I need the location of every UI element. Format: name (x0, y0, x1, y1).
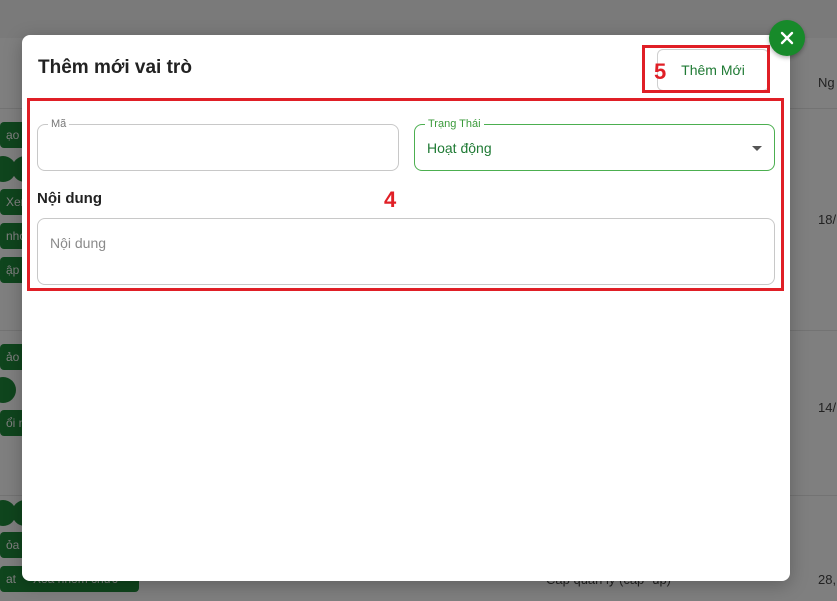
code-field-label: Mã (48, 117, 70, 131)
code-field[interactable]: Mã (37, 117, 399, 171)
content-section-label: Nội dung (37, 190, 102, 207)
status-select-value: Hoạt động (427, 140, 492, 156)
modal-title: Thêm mới vai trò (38, 57, 192, 78)
status-select[interactable]: Trạng Thái Hoạt động (414, 117, 775, 171)
add-role-modal: Thêm mới vai trò Thêm Mới 5 4 Mã Trạng T… (22, 35, 790, 581)
content-placeholder: Nội dung (50, 235, 107, 251)
close-icon (780, 31, 794, 45)
caret-down-icon (752, 146, 762, 151)
close-button[interactable] (769, 20, 805, 56)
status-select-label: Trạng Thái (425, 117, 484, 131)
content-textarea[interactable]: Nội dung (37, 218, 775, 285)
annotation-number-4: 4 (384, 187, 397, 212)
annotation-number-5: 5 (654, 59, 667, 84)
